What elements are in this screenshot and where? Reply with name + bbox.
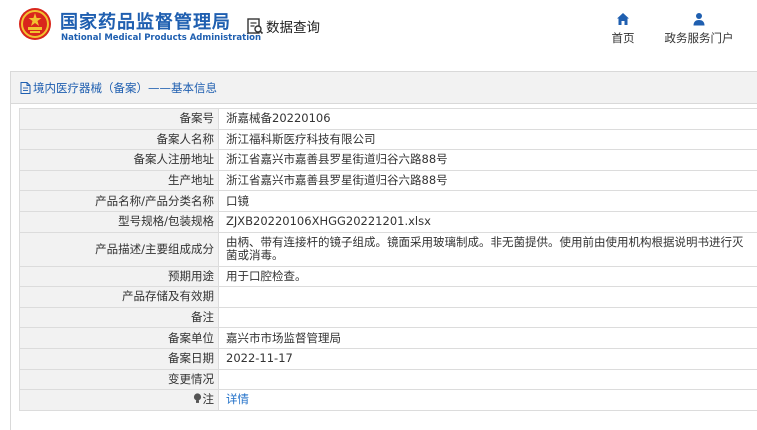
site-header: 国家药品监督管理局 National Medical Products Admi… xyxy=(0,0,757,64)
row-value xyxy=(218,368,757,391)
nav-home[interactable]: 首页 xyxy=(604,12,642,46)
row-key: 产品名称/产品分类名称 xyxy=(19,190,219,212)
nav-service-portal[interactable]: 政务服务门户 xyxy=(656,12,742,46)
row-value xyxy=(218,286,757,308)
row-key: 生产地址 xyxy=(19,169,219,192)
table-row: 注 详情 xyxy=(19,389,757,411)
row-key: 产品存储及有效期 xyxy=(19,286,219,308)
row-value: 详情 xyxy=(218,389,757,411)
row-value: 浙江福科斯医疗科技有限公司 xyxy=(218,128,757,151)
row-value: 口镜 xyxy=(218,190,757,212)
row-key: 备案号 xyxy=(19,108,219,130)
row-key: 备案单位 xyxy=(19,327,219,349)
row-key: 备案人名称 xyxy=(19,128,219,151)
row-value xyxy=(218,306,757,329)
brand-title-en[interactable]: National Medical Products Administration xyxy=(61,33,261,43)
home-icon xyxy=(617,13,629,25)
note-key: 注 xyxy=(19,389,219,411)
document-icon xyxy=(20,81,31,94)
lightbulb-icon xyxy=(193,393,201,404)
record-info-table: 备案号 浙嘉械备20220106 备案人名称 浙江福科斯医疗科技有限公司 备案人… xyxy=(19,108,757,411)
data-query-link[interactable]: 数据查询 xyxy=(246,16,320,36)
table-row: 备注 xyxy=(19,306,757,329)
nav-portal-label: 政务服务门户 xyxy=(664,31,734,45)
table-row: 备案号 浙嘉械备20220106 xyxy=(19,108,757,130)
row-key: 备案日期 xyxy=(19,347,219,370)
table-row: 备案单位 嘉兴市市场监督管理局 xyxy=(19,327,757,349)
table-row: 产品存储及有效期 xyxy=(19,286,757,308)
table-row: 备案人注册地址 浙江省嘉兴市嘉善县罗星街道归谷六路88号 xyxy=(19,149,757,171)
search-document-icon xyxy=(247,18,264,35)
table-row: 产品名称/产品分类名称 口镜 xyxy=(19,190,757,212)
table-row: 生产地址 浙江省嘉兴市嘉善县罗星街道归谷六路88号 xyxy=(19,169,757,192)
note-key-label: 注 xyxy=(202,392,215,407)
row-value: 由柄、带有连接杆的镜子组成。镜面采用玻璃制成。非无菌提供。使用前由使用机构根据说… xyxy=(218,231,757,267)
table-row: 预期用途 用于口腔检查。 xyxy=(19,265,757,288)
row-value: 用于口腔检查。 xyxy=(218,265,757,288)
row-value: 嘉兴市市场监督管理局 xyxy=(218,327,757,349)
row-key: 型号规格/包装规格 xyxy=(19,210,219,233)
table-row: 型号规格/包装规格 ZJXB20220106XHGG20221201.xlsx xyxy=(19,210,757,233)
row-value: ZJXB20220106XHGG20221201.xlsx xyxy=(218,210,757,233)
info-panel: 境内医疗器械（备案）——基本信息 备案号 浙嘉械备20220106 备案人名称 … xyxy=(10,71,757,430)
row-key: 产品描述/主要组成成分 xyxy=(19,231,219,267)
row-value: 2022-11-17 xyxy=(218,347,757,370)
table-row: 备案人名称 浙江福科斯医疗科技有限公司 xyxy=(19,128,757,151)
table-row: 备案日期 2022-11-17 xyxy=(19,347,757,370)
user-icon xyxy=(693,13,705,26)
row-key: 备案人注册地址 xyxy=(19,149,219,171)
national-emblem-icon xyxy=(19,8,51,40)
row-key: 备注 xyxy=(19,306,219,329)
row-value: 浙江省嘉兴市嘉善县罗星街道归谷六路88号 xyxy=(218,149,757,171)
brand-title-cn[interactable]: 国家药品监督管理局 xyxy=(60,8,231,34)
row-value: 浙江省嘉兴市嘉善县罗星街道归谷六路88号 xyxy=(218,169,757,192)
nav-home-label: 首页 xyxy=(611,31,635,45)
panel-title: 境内医疗器械（备案）——基本信息 xyxy=(33,80,217,95)
table-row: 变更情况 xyxy=(19,368,757,391)
table-row: 产品描述/主要组成成分 由柄、带有连接杆的镜子组成。镜面采用玻璃制成。非无菌提供… xyxy=(19,231,757,267)
row-key: 变更情况 xyxy=(19,368,219,391)
data-query-label: 数据查询 xyxy=(266,20,320,36)
panel-title-bar: 境内医疗器械（备案）——基本信息 xyxy=(11,72,757,104)
row-value: 浙嘉械备20220106 xyxy=(218,108,757,130)
details-link[interactable]: 详情 xyxy=(226,392,249,406)
row-key: 预期用途 xyxy=(19,265,219,288)
